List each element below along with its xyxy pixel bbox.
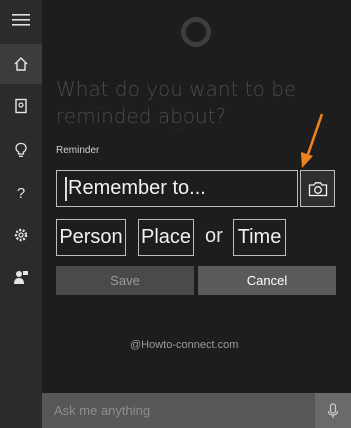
- search-input[interactable]: Ask me anything: [54, 403, 150, 418]
- sidebar-item-help[interactable]: ?: [0, 173, 42, 213]
- text-caret: [65, 176, 67, 201]
- remember-input-placeholder: Remember to...: [68, 177, 206, 199]
- or-label: or: [205, 225, 223, 247]
- sidebar-item-interests[interactable]: [0, 130, 42, 170]
- lightbulb-icon: [15, 142, 27, 157]
- notebook-icon: [15, 98, 27, 114]
- reminder-question: What do you want to be reminded about?: [56, 77, 297, 128]
- search-box[interactable]: Ask me anything: [42, 393, 351, 428]
- watermark-text: @Howto-connect.com: [130, 339, 239, 351]
- hamburger-menu-button[interactable]: [0, 0, 42, 40]
- microphone-icon: [327, 402, 339, 418]
- settings-icon: [14, 228, 28, 242]
- reminder-panel: What do you want to be reminded about? .…: [42, 0, 351, 428]
- cortana-ring-icon[interactable]: [181, 17, 211, 47]
- reminder-label: Reminder: [56, 145, 100, 156]
- ghost-text: ...: [172, 116, 184, 132]
- save-button[interactable]: Save: [56, 266, 194, 295]
- person-chip[interactable]: Person: [56, 219, 126, 256]
- camera-icon: [308, 181, 327, 196]
- feedback-icon: [14, 271, 28, 284]
- sidebar-item-settings[interactable]: [0, 215, 42, 255]
- sidebar-item-home[interactable]: [0, 44, 42, 84]
- camera-button[interactable]: [300, 170, 335, 207]
- hamburger-menu-icon: [12, 14, 30, 26]
- svg-text:?: ?: [17, 185, 25, 201]
- remember-input[interactable]: Remember to...: [56, 170, 298, 207]
- cancel-button[interactable]: Cancel: [198, 266, 336, 295]
- annotation-arrow: [301, 113, 324, 168]
- help-icon: ?: [17, 185, 25, 201]
- sidebar: ?: [0, 0, 42, 428]
- home-icon: [14, 57, 28, 71]
- microphone-button[interactable]: [315, 393, 351, 428]
- sidebar-item-notebook[interactable]: [0, 86, 42, 126]
- place-chip[interactable]: Place: [138, 219, 194, 256]
- sidebar-item-feedback[interactable]: [0, 257, 42, 297]
- time-chip[interactable]: Time: [233, 219, 286, 256]
